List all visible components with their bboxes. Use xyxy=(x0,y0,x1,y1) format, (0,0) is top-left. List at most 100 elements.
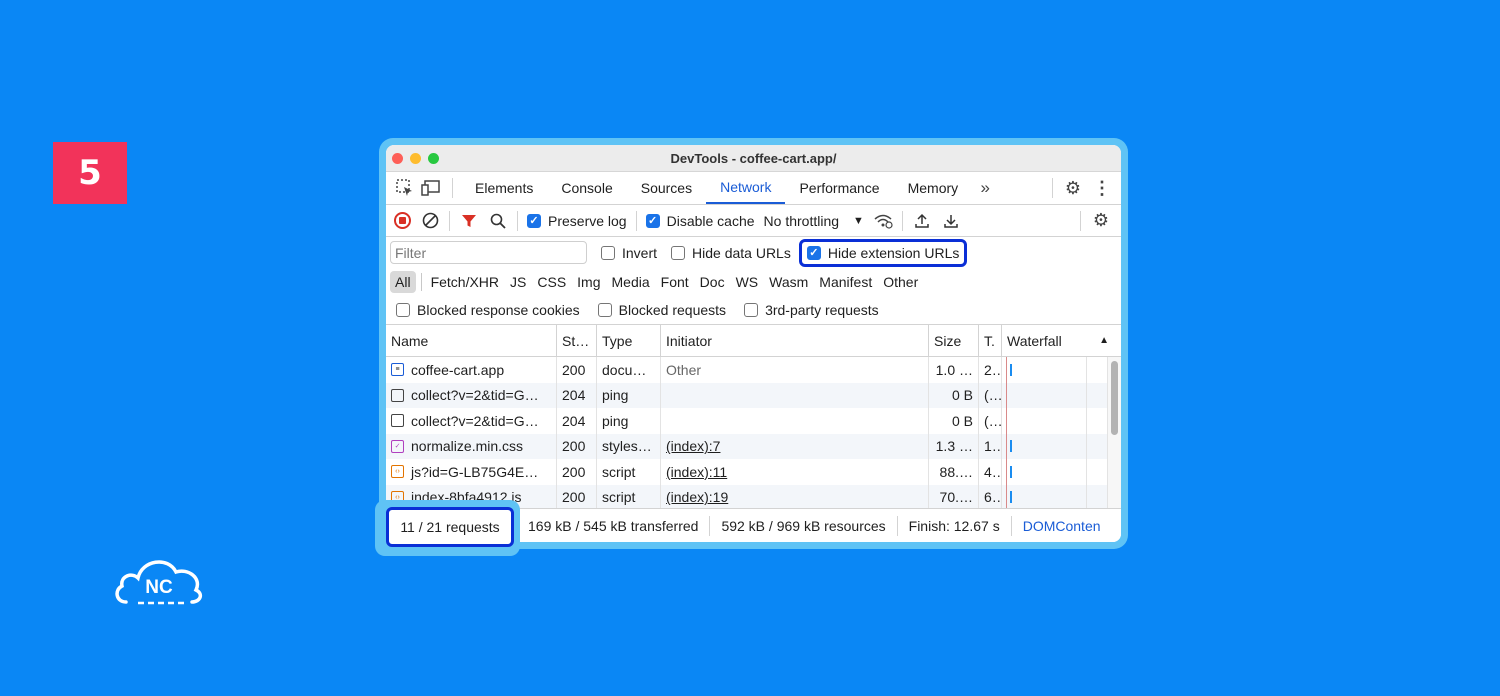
type-filter-doc[interactable]: Doc xyxy=(695,271,730,293)
type-filter-media[interactable]: Media xyxy=(607,271,655,293)
devtools-frame: DevTools - coffee-cart.app/ Elements Con… xyxy=(379,138,1128,549)
waterfall-cell xyxy=(1002,459,1087,485)
table-row[interactable]: ‹› js?id=G-LB75G4E… 200 script (index):11… xyxy=(386,459,1121,485)
hide-extension-urls-checkbox[interactable]: ✓ Hide extension URLs xyxy=(798,238,968,267)
tab-console[interactable]: Console xyxy=(547,172,626,204)
type-filter-js[interactable]: JS xyxy=(505,271,531,293)
panel-tabs: Elements Console Sources Network Perform… xyxy=(386,172,1121,205)
export-har-icon[interactable] xyxy=(941,211,961,231)
type-filter-font[interactable]: Font xyxy=(656,271,694,293)
column-header-initiator[interactable]: Initiator xyxy=(661,325,929,356)
tab-performance[interactable]: Performance xyxy=(785,172,893,204)
tab-elements[interactable]: Elements xyxy=(461,172,547,204)
resources-summary: 592 kB / 969 kB resources xyxy=(710,515,898,536)
resource-type-filters: All Fetch/XHR JS CSS Img Media Font Doc … xyxy=(386,268,1121,296)
title-bar: DevTools - coffee-cart.app/ xyxy=(386,145,1121,172)
cloud-icon: NC xyxy=(115,560,203,605)
waterfall-bar xyxy=(1010,440,1012,453)
device-toolbar-icon[interactable] xyxy=(418,172,444,204)
waterfall-cell xyxy=(1002,408,1087,434)
waterfall-cell xyxy=(1002,382,1087,408)
requests-count: 11 / 21 requests xyxy=(386,507,514,547)
load-event-line xyxy=(1006,357,1007,509)
sort-ascending-icon: ▲ xyxy=(1099,335,1109,346)
column-header-size[interactable]: Size xyxy=(929,325,979,356)
preserve-log-checkbox[interactable]: ✓ Preserve log xyxy=(527,213,627,229)
search-icon[interactable] xyxy=(488,211,508,231)
step-badge: 5 xyxy=(53,142,127,204)
throttling-select[interactable]: No throttling ▼ xyxy=(764,213,864,229)
tab-network[interactable]: Network xyxy=(706,172,786,204)
stylesheet-icon: ✓ xyxy=(391,439,404,453)
clear-icon[interactable] xyxy=(420,211,440,231)
type-filter-img[interactable]: Img xyxy=(572,271,605,293)
tab-memory[interactable]: Memory xyxy=(894,172,973,204)
checkmark-icon: ✓ xyxy=(527,213,541,228)
requests-table: Name St… Type Initiator Size T. Waterfal… xyxy=(386,325,1121,509)
initiator-link[interactable]: (index):19 xyxy=(661,484,929,509)
initiator-link[interactable]: (index):7 xyxy=(661,433,929,459)
type-filter-ws[interactable]: WS xyxy=(731,271,764,293)
inspect-element-icon[interactable] xyxy=(392,172,418,204)
disable-cache-checkbox[interactable]: ✓ Disable cache xyxy=(645,213,755,229)
document-icon: ≡ xyxy=(391,363,404,377)
waterfall-cell xyxy=(1002,433,1087,459)
table-row[interactable]: ≡ coffee-cart.app 200 docu… Other 1.0 … 2… xyxy=(386,357,1121,383)
stop-recording-icon[interactable] xyxy=(394,212,411,229)
traffic-lights xyxy=(392,153,439,164)
maximize-window-button[interactable] xyxy=(428,153,439,164)
tab-sources[interactable]: Sources xyxy=(627,172,706,204)
close-window-button[interactable] xyxy=(392,153,403,164)
table-body: ≡ coffee-cart.app 200 docu… Other 1.0 … 2… xyxy=(386,357,1121,509)
table-row[interactable]: collect?v=2&tid=G… 204 ping 0 B (… xyxy=(386,382,1121,408)
blocked-filters: Blocked response cookies Blocked request… xyxy=(386,296,1121,325)
network-settings-gear-icon[interactable]: ⚙ xyxy=(1093,210,1109,231)
column-header-status[interactable]: St… xyxy=(557,325,597,356)
checkmark-icon: ✓ xyxy=(806,245,821,260)
type-filter-wasm[interactable]: Wasm xyxy=(764,271,813,293)
type-filter-css[interactable]: CSS xyxy=(532,271,571,293)
finish-time: Finish: 12.67 s xyxy=(898,515,1012,536)
checkmark-icon: ✓ xyxy=(645,213,660,228)
type-filter-all[interactable]: All xyxy=(390,271,416,293)
column-header-time[interactable]: T. xyxy=(979,325,1002,356)
table-row[interactable]: collect?v=2&tid=G… 204 ping 0 B (… xyxy=(386,408,1121,434)
type-filter-fetch-xhr[interactable]: Fetch/XHR xyxy=(426,271,504,293)
ping-icon xyxy=(391,388,404,402)
nc-cloud-logo: NC xyxy=(112,550,206,610)
logo-text: NC xyxy=(145,577,173,598)
minimize-window-button[interactable] xyxy=(410,153,421,164)
waterfall-bar xyxy=(1010,363,1012,376)
invert-checkbox[interactable]: Invert xyxy=(601,245,657,261)
more-tabs-icon[interactable]: » xyxy=(972,172,998,204)
window-title: DevTools - coffee-cart.app/ xyxy=(670,150,837,166)
initiator-link[interactable]: (index):11 xyxy=(661,459,929,485)
column-header-type[interactable]: Type xyxy=(597,325,661,356)
devtools-window: DevTools - coffee-cart.app/ Elements Con… xyxy=(386,145,1121,542)
table-row[interactable]: ✓ normalize.min.css 200 styles… (index):7… xyxy=(386,433,1121,459)
blocked-requests-checkbox[interactable]: Blocked requests xyxy=(597,302,726,318)
third-party-requests-checkbox[interactable]: 3rd-party requests xyxy=(744,302,879,318)
filter-input[interactable] xyxy=(390,241,587,264)
network-toolbar: ✓ Preserve log ✓ Disable cache No thrott… xyxy=(386,205,1121,237)
table-header: Name St… Type Initiator Size T. Waterfal… xyxy=(386,325,1121,357)
network-conditions-icon[interactable] xyxy=(873,211,893,231)
blocked-response-cookies-checkbox[interactable]: Blocked response cookies xyxy=(396,302,580,318)
type-filter-other[interactable]: Other xyxy=(878,271,923,293)
scrollbar[interactable] xyxy=(1107,357,1121,509)
dropdown-arrow-icon: ▼ xyxy=(853,214,864,227)
waterfall-bar xyxy=(1010,491,1012,504)
type-filter-manifest[interactable]: Manifest xyxy=(814,271,877,293)
hide-data-urls-checkbox[interactable]: Hide data URLs xyxy=(671,245,791,261)
domcontentloaded-link[interactable]: DOMConten xyxy=(1012,518,1101,534)
script-icon: ‹› xyxy=(391,465,404,479)
transferred-summary: 169 kB / 545 kB transferred xyxy=(517,515,711,536)
scrollbar-thumb[interactable] xyxy=(1111,361,1118,435)
more-options-icon[interactable]: ⋮ xyxy=(1093,178,1111,199)
settings-gear-icon[interactable]: ⚙ xyxy=(1065,178,1081,199)
column-header-waterfall[interactable]: Waterfall ▲ xyxy=(1002,325,1121,356)
filter-funnel-icon[interactable] xyxy=(459,211,479,231)
column-header-name[interactable]: Name xyxy=(386,325,557,356)
ping-icon xyxy=(391,414,404,428)
import-har-icon[interactable] xyxy=(912,211,932,231)
